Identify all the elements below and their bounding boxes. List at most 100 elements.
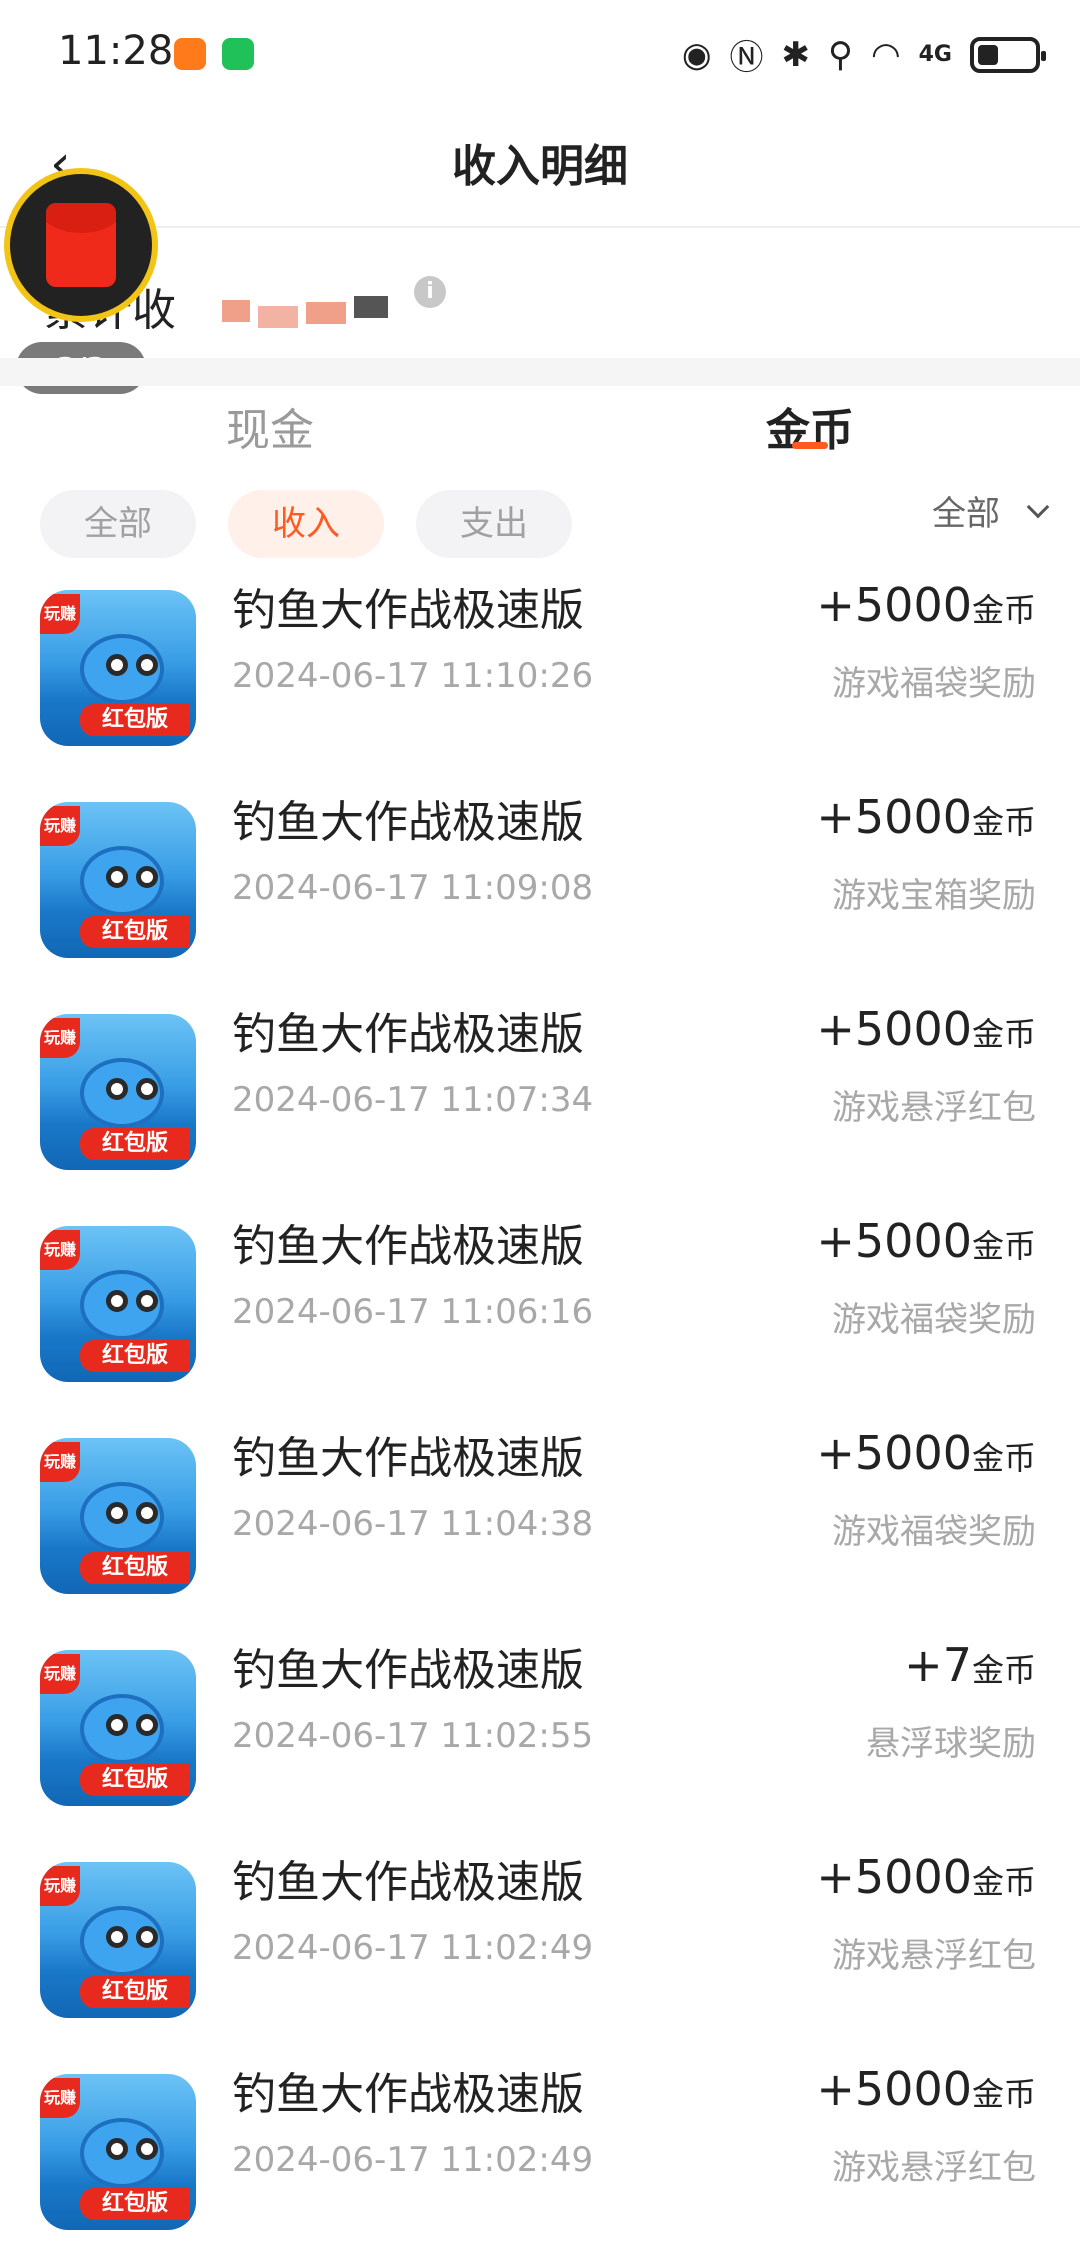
fish-eye-graphic <box>136 654 158 676</box>
list-item[interactable]: 玩赚 红包版 钓鱼大作战极速版 2024-06-17 11:06:16 +500… <box>0 1206 1080 1418</box>
item-name: 钓鱼大作战极速版 <box>232 585 584 636</box>
item-amount-value: +5000 <box>816 790 972 844</box>
filter-bar: 全部 收入 支出 全部 <box>0 486 1080 572</box>
fish-eye-graphic <box>136 1502 158 1524</box>
thumb-band: 红包版 <box>80 1764 190 1796</box>
item-desc: 悬浮球奖励 <box>866 1724 1036 1764</box>
summary-section: 累计收 i <box>0 228 1080 358</box>
status-icons: ◉ Ⓝ ✱ ⚲ ◠ 4G <box>681 30 1046 79</box>
signal-4g-icon: 4G <box>918 42 952 67</box>
item-time: 2024-06-17 11:06:16 <box>232 1292 594 1332</box>
list-item[interactable]: 玩赚 红包版 钓鱼大作战极速版 2024-06-17 11:02:55 +7金币… <box>0 1630 1080 1842</box>
item-desc: 游戏宝箱奖励 <box>832 876 1036 916</box>
tab-bar: 现金 金币 <box>0 386 1080 486</box>
game-app-icon: 玩赚 红包版 <box>40 590 196 746</box>
item-amount-value: +5000 <box>816 1002 972 1056</box>
item-time: 2024-06-17 11:04:38 <box>232 1504 594 1544</box>
thumb-tag: 玩赚 <box>40 2078 80 2118</box>
item-name: 钓鱼大作战极速版 <box>232 1857 584 1908</box>
item-time: 2024-06-17 11:09:08 <box>232 868 594 908</box>
list-item[interactable]: 玩赚 红包版 钓鱼大作战极速版 2024-06-17 11:09:08 +500… <box>0 782 1080 994</box>
item-amount-value: +5000 <box>816 1426 972 1480</box>
thumb-tag: 玩赚 <box>40 1442 80 1482</box>
fish-eye-graphic <box>106 1078 128 1100</box>
nfc-icon: Ⓝ <box>729 38 764 78</box>
item-amount-unit: 金币 <box>971 1439 1036 1477</box>
item-amount-value: +5000 <box>816 578 972 632</box>
list-item[interactable]: 玩赚 红包版 钓鱼大作战极速版 2024-06-17 11:02:49 +500… <box>0 2054 1080 2244</box>
thumb-band: 红包版 <box>80 1128 190 1160</box>
transaction-list-inner: 玩赚 红包版 钓鱼大作战极速版 2024-06-17 11:10:26 +500… <box>0 572 1080 2244</box>
game-app-icon: 玩赚 红包版 <box>40 1438 196 1594</box>
tab-cash[interactable]: 现金 <box>226 394 314 458</box>
wifi-icon: ◠ <box>870 34 901 75</box>
list-item[interactable]: 玩赚 红包版 钓鱼大作战极速版 2024-06-17 11:07:34 +500… <box>0 994 1080 1206</box>
thumb-band: 红包版 <box>80 1976 190 2008</box>
type-dropdown[interactable]: 全部 <box>932 486 1050 535</box>
filter-chip-expense[interactable]: 支出 <box>416 490 572 558</box>
item-desc: 游戏福袋奖励 <box>832 664 1036 704</box>
list-item[interactable]: 玩赚 红包版 钓鱼大作战极速版 2024-06-17 11:10:26 +500… <box>0 572 1080 782</box>
item-time: 2024-06-17 11:10:26 <box>232 656 594 696</box>
dropdown-label: 全部 <box>932 494 1000 534</box>
status-time: 11:28 <box>58 28 174 74</box>
item-amount-unit: 金币 <box>971 2075 1036 2113</box>
thumb-tag: 玩赚 <box>40 1654 80 1694</box>
filter-chip-all[interactable]: 全部 <box>40 490 196 558</box>
item-amount: +5000金币 <box>816 1850 1036 1904</box>
masked-amount <box>218 296 398 328</box>
item-amount: +5000金币 <box>816 1214 1036 1268</box>
item-amount: +5000金币 <box>816 2062 1036 2116</box>
list-item[interactable]: 玩赚 红包版 钓鱼大作战极速版 2024-06-17 11:04:38 +500… <box>0 1418 1080 1630</box>
item-amount-unit: 金币 <box>971 803 1036 841</box>
fish-eye-graphic <box>136 1926 158 1948</box>
fish-eye-graphic <box>106 1714 128 1736</box>
item-time: 2024-06-17 11:02:49 <box>232 2140 594 2180</box>
fish-eye-graphic <box>136 1714 158 1736</box>
item-amount-value: +5000 <box>816 1214 972 1268</box>
thumb-band: 红包版 <box>80 1552 190 1584</box>
item-desc: 游戏悬浮红包 <box>832 2148 1036 2188</box>
item-amount-unit: 金币 <box>971 1651 1036 1689</box>
thumb-tag: 玩赚 <box>40 1018 80 1058</box>
item-amount: +5000金币 <box>816 1426 1036 1480</box>
game-app-icon: 玩赚 红包版 <box>40 2074 196 2230</box>
fish-eye-graphic <box>106 1926 128 1948</box>
item-name: 钓鱼大作战极速版 <box>232 1221 584 1272</box>
item-amount: +5000金币 <box>816 790 1036 844</box>
list-item[interactable]: 玩赚 红包版 钓鱼大作战极速版 2024-06-17 11:02:49 +500… <box>0 1842 1080 2054</box>
item-amount-unit: 金币 <box>971 591 1036 629</box>
bluetooth-icon: ✱ <box>781 34 811 75</box>
item-name: 钓鱼大作战极速版 <box>232 1009 584 1060</box>
fish-eye-graphic <box>106 654 128 676</box>
thumb-tag: 玩赚 <box>40 1230 80 1270</box>
item-amount-value: +5000 <box>816 2062 972 2116</box>
item-amount-value: +7 <box>904 1638 972 1692</box>
chevron-down-icon <box>1026 495 1050 518</box>
fish-eye-graphic <box>106 2138 128 2160</box>
taobao-icon <box>174 38 206 70</box>
transaction-list[interactable]: 玩赚 红包版 钓鱼大作战极速版 2024-06-17 11:10:26 +500… <box>0 572 1080 2244</box>
fish-eye-graphic <box>106 1290 128 1312</box>
item-time: 2024-06-17 11:02:49 <box>232 1928 594 1968</box>
red-packet-icon <box>46 203 116 287</box>
thumb-tag: 玩赚 <box>40 806 80 846</box>
fish-eye-graphic <box>136 866 158 888</box>
page-title: 收入明细 <box>452 141 628 192</box>
fish-eye-graphic <box>136 1078 158 1100</box>
thumb-tag: 玩赚 <box>40 594 80 634</box>
status-bar: 11:28 ◉ Ⓝ ✱ ⚲ ◠ 4G <box>0 0 1080 100</box>
battery-icon <box>970 36 1046 73</box>
item-name: 钓鱼大作战极速版 <box>232 2069 584 2120</box>
filter-chip-income[interactable]: 收入 <box>228 490 384 558</box>
item-amount-value: +5000 <box>816 1850 972 1904</box>
thumb-tag: 玩赚 <box>40 1866 80 1906</box>
info-icon[interactable]: i <box>414 276 446 308</box>
game-app-icon: 玩赚 红包版 <box>40 1014 196 1170</box>
thumb-band: 红包版 <box>80 1340 190 1372</box>
floating-red-packet[interactable] <box>4 168 158 322</box>
item-amount: +5000金币 <box>816 1002 1036 1056</box>
fish-eye-graphic <box>106 1502 128 1524</box>
tab-active-indicator <box>792 442 828 449</box>
eye-icon: ◉ <box>681 34 712 75</box>
